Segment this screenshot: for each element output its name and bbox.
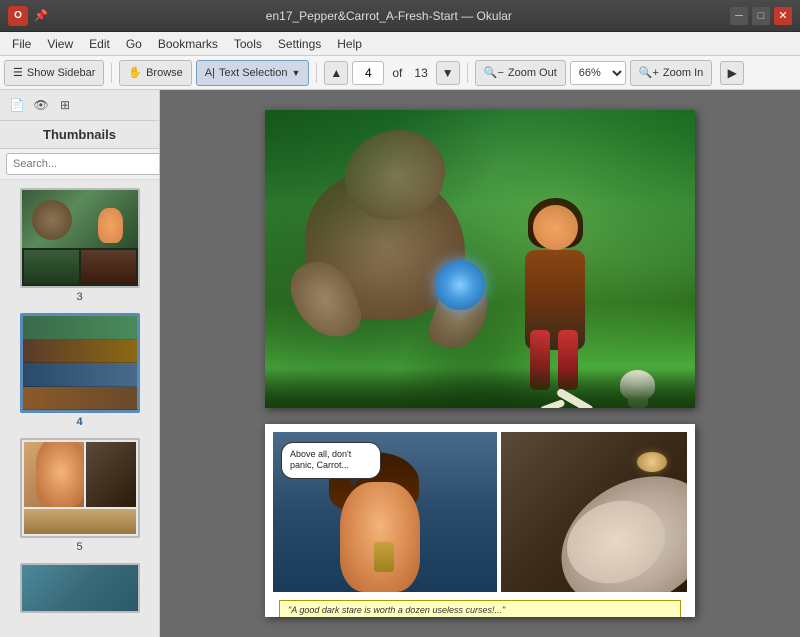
show-sidebar-label: Show Sidebar <box>27 67 96 79</box>
thumbnail-frame-5 <box>20 438 140 538</box>
panel-girl-scene: Above all, don't panic, Carrot... <box>273 432 497 592</box>
sidebar-view-eye-icon-button[interactable]: 👁 <box>30 94 52 116</box>
thumbnail-page-4[interactable]: 4 <box>8 313 151 428</box>
creature-figure <box>295 130 495 350</box>
panel-hand-object <box>374 542 394 572</box>
toolbar-separator-2 <box>316 63 317 83</box>
browse-label: Browse <box>146 67 183 79</box>
sidebar-icon-row: 📄 👁 ⊞ <box>6 94 76 116</box>
ground-element <box>265 370 695 408</box>
thumbnail-frame-3 <box>20 188 140 288</box>
pdf-viewer[interactable]: Above all, don't panic, Carrot... <box>160 90 800 637</box>
sidebar-search-input[interactable] <box>6 153 160 175</box>
toolbar: ☰ Show Sidebar ✋ Browse A| Text Selectio… <box>0 56 800 90</box>
menu-go[interactable]: Go <box>118 32 150 55</box>
toolbar-separator-3 <box>467 63 468 83</box>
menu-file[interactable]: File <box>4 32 39 55</box>
sidebar-view-grid-icon-button[interactable]: ⊞ <box>54 94 76 116</box>
titlebar-controls: ─ □ ✕ <box>730 7 792 25</box>
caption-box: "A good dark stare is worth a dozen usel… <box>279 600 681 617</box>
comic-content: Above all, don't panic, Carrot... <box>265 424 695 617</box>
thumbnail-page-3[interactable]: 3 <box>8 188 151 303</box>
zoom-out-button[interactable]: 🔍− Zoom Out <box>475 60 566 86</box>
thumbnail-page-5[interactable]: 5 <box>8 438 151 553</box>
main-content: 📄 👁 ⊞ Thumbnails ⊽ <box>0 90 800 637</box>
menu-tools[interactable]: Tools <box>226 32 270 55</box>
blue-orb <box>435 260 485 310</box>
page-up-button[interactable]: ▲ <box>324 61 348 85</box>
page-down-button[interactable]: ▼ <box>436 61 460 85</box>
menu-settings[interactable]: Settings <box>270 32 329 55</box>
caption-text: "A good dark stare is worth a dozen usel… <box>288 605 505 615</box>
titlebar: O 📌 en17_Pepper&Carrot_A-Fresh-Start — O… <box>0 0 800 32</box>
menu-bookmarks[interactable]: Bookmarks <box>150 32 226 55</box>
girl-character <box>495 190 615 390</box>
comic-top-row: Above all, don't panic, Carrot... <box>273 432 687 592</box>
maximize-button[interactable]: □ <box>752 7 770 25</box>
zoom-out-icon: 🔍− <box>484 66 504 79</box>
sidebar-view-page-icon-button[interactable]: 📄 <box>6 94 28 116</box>
thumbnail-content-4 <box>23 316 137 410</box>
titlebar-left: O 📌 <box>8 6 48 26</box>
text-selection-button[interactable]: A| Text Selection ▼ <box>196 60 310 86</box>
thumbnail-label-5: 5 <box>76 541 82 553</box>
menu-edit[interactable]: Edit <box>81 32 118 55</box>
toolbar-separator-1 <box>111 63 112 83</box>
pdf-page-illustration <box>265 110 695 408</box>
page-total-label: 13 <box>410 66 431 80</box>
sidebar-title: Thumbnails <box>0 121 159 149</box>
browse-icon: ✋ <box>128 66 142 79</box>
thumbnail-page-6[interactable] <box>8 563 151 613</box>
thumbnail-frame-6 <box>20 563 140 613</box>
text-selection-dropdown-icon: ▼ <box>291 68 300 78</box>
zoom-out-label: Zoom Out <box>508 67 557 79</box>
more-options-button[interactable]: ▶ <box>720 61 744 85</box>
titlebar-title: en17_Pepper&Carrot_A-Fresh-Start — Okula… <box>48 9 730 23</box>
show-sidebar-button[interactable]: ☰ Show Sidebar <box>4 60 104 86</box>
page-of-label: of <box>388 66 406 80</box>
comic-panel-girl: Above all, don't panic, Carrot... <box>273 432 497 592</box>
zoom-in-icon: 🔍+ <box>639 66 659 79</box>
comic-caption-panel: "A good dark stare is worth a dozen usel… <box>273 596 687 617</box>
text-selection-label: Text Selection <box>219 67 287 79</box>
minimize-button[interactable]: ─ <box>730 7 748 25</box>
zoom-in-button[interactable]: 🔍+ Zoom In <box>630 60 712 86</box>
creature-eye <box>637 452 667 472</box>
illustration-panel <box>265 110 695 408</box>
thumbnail-label-4: 4 <box>76 416 82 428</box>
thumbnail-list[interactable]: 3 4 <box>0 180 159 637</box>
pdf-page-comic: Above all, don't panic, Carrot... <box>265 424 695 617</box>
thumbnail-frame-4 <box>20 313 140 413</box>
zoom-select[interactable]: 66% <box>570 61 626 85</box>
menu-view[interactable]: View <box>39 32 81 55</box>
sidebar-icon: ☰ <box>13 66 23 79</box>
menu-help[interactable]: Help <box>329 32 370 55</box>
close-button[interactable]: ✕ <box>774 7 792 25</box>
panel-creature-closeup <box>501 432 687 592</box>
sidebar-search-row: ⊽ <box>0 149 159 180</box>
thumbnail-label-3: 3 <box>76 291 82 303</box>
panel-girl-face <box>340 482 420 592</box>
comic-panel-creature <box>501 432 687 592</box>
zoom-in-label: Zoom In <box>663 67 703 79</box>
pin-icon: 📌 <box>34 9 48 22</box>
text-selection-icon: A| <box>205 67 215 79</box>
page-number-input[interactable] <box>352 61 384 85</box>
browse-button[interactable]: ✋ Browse <box>119 60 191 86</box>
menubar: File View Edit Go Bookmarks Tools Settin… <box>0 32 800 56</box>
girl-head <box>533 205 578 250</box>
sidebar: 📄 👁 ⊞ Thumbnails ⊽ <box>0 90 160 637</box>
speech-bubble: Above all, don't panic, Carrot... <box>281 442 381 479</box>
thumbnail-content-6 <box>22 565 138 611</box>
speech-bubble-text: Above all, don't panic, Carrot... <box>290 449 351 471</box>
app-icon: O <box>8 6 28 26</box>
